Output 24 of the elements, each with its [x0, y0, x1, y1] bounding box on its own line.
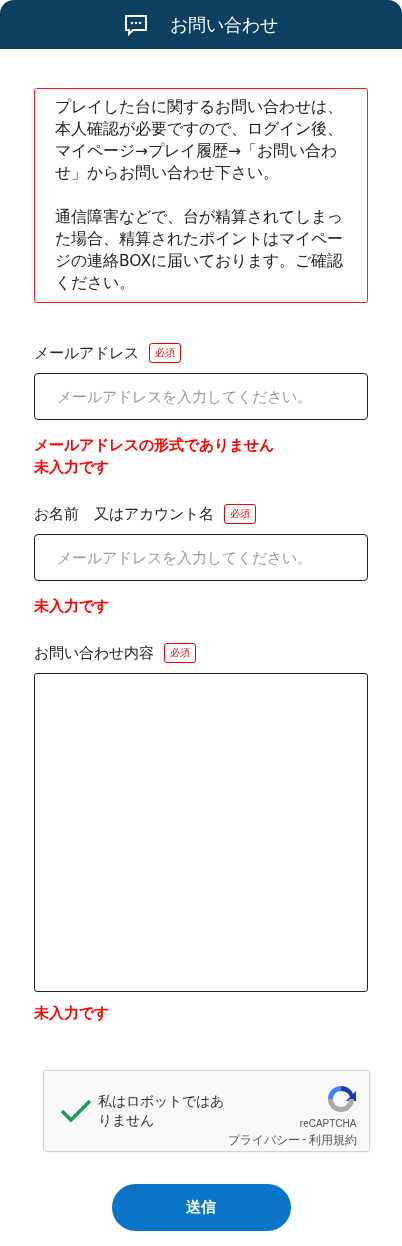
privacy-link[interactable]: プライバシー [228, 1132, 301, 1149]
message-field[interactable] [34, 673, 368, 992]
submit-button[interactable]: 送信 [111, 1184, 291, 1231]
error-message: メールアドレスの形式でありません [34, 436, 275, 455]
page-title: お問い合わせ [170, 12, 278, 37]
field-label: メールアドレス [34, 343, 139, 363]
captcha-label: 私はロボットではありません [97, 1092, 225, 1130]
terms-link[interactable]: 利用規約 [308, 1132, 357, 1149]
required-badge: 必須 [224, 504, 256, 524]
captcha-brand: reCAPTCHA [299, 1118, 357, 1129]
required-badge: 必須 [149, 343, 181, 363]
text-field[interactable]: メールアドレスを入力してください。 [34, 534, 368, 581]
error-message: 未入力です [34, 1004, 110, 1023]
error-message: 未入力です [34, 597, 110, 616]
notice-text: 通信障害などで、台が精算されてしまった場合、精算されたポイントはマイページの連絡BOXに届いております。ご確認ください。 [55, 207, 345, 294]
field-label: お問い合わせ内容 [34, 643, 154, 663]
field-label: お名前 又はアカウント名 [34, 504, 214, 524]
error-message: 未入力です [34, 458, 110, 477]
chat-icon [124, 13, 148, 36]
text-field[interactable]: メールアドレスを入力してください。 [34, 373, 368, 420]
required-badge: 必須 [164, 643, 196, 663]
notice-text: プレイした台に関するお問い合わせは、本人確認が必要ですので、ログイン後、マイページ→プレイ履歴→「お問い合わせ」からお問い合わせ下さい。 [55, 97, 344, 184]
link-separator: - [302, 1132, 307, 1148]
check-icon [59, 1099, 92, 1123]
